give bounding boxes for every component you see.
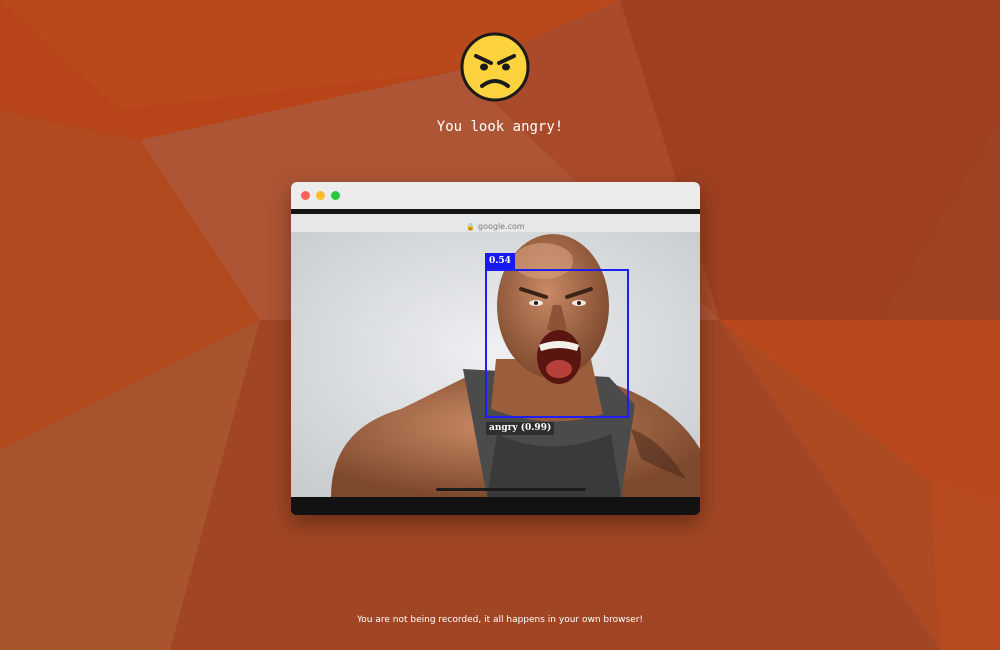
webcam-window: 🔒 google.com 0.54 angry (0.99) [291,182,700,515]
lock-icon: 🔒 [466,223,475,231]
url-text: google.com [478,222,525,231]
browser-url-bar: 🔒 google.com [291,222,700,231]
maximize-dot[interactable] [331,191,340,200]
privacy-note: You are not being recorded, it all happe… [356,615,644,625]
window-titlebar [291,182,700,209]
expression-label: angry (0.99) [486,422,555,435]
close-dot[interactable] [301,191,310,200]
angry-face-icon [460,32,530,102]
detection-score-label: 0.54 [485,253,515,269]
face-detection-box [485,269,629,418]
emotion-headline: You look angry! [436,119,564,135]
webcam-feed: 🔒 google.com 0.54 angry (0.99) [291,209,700,515]
minimize-dot[interactable] [316,191,325,200]
